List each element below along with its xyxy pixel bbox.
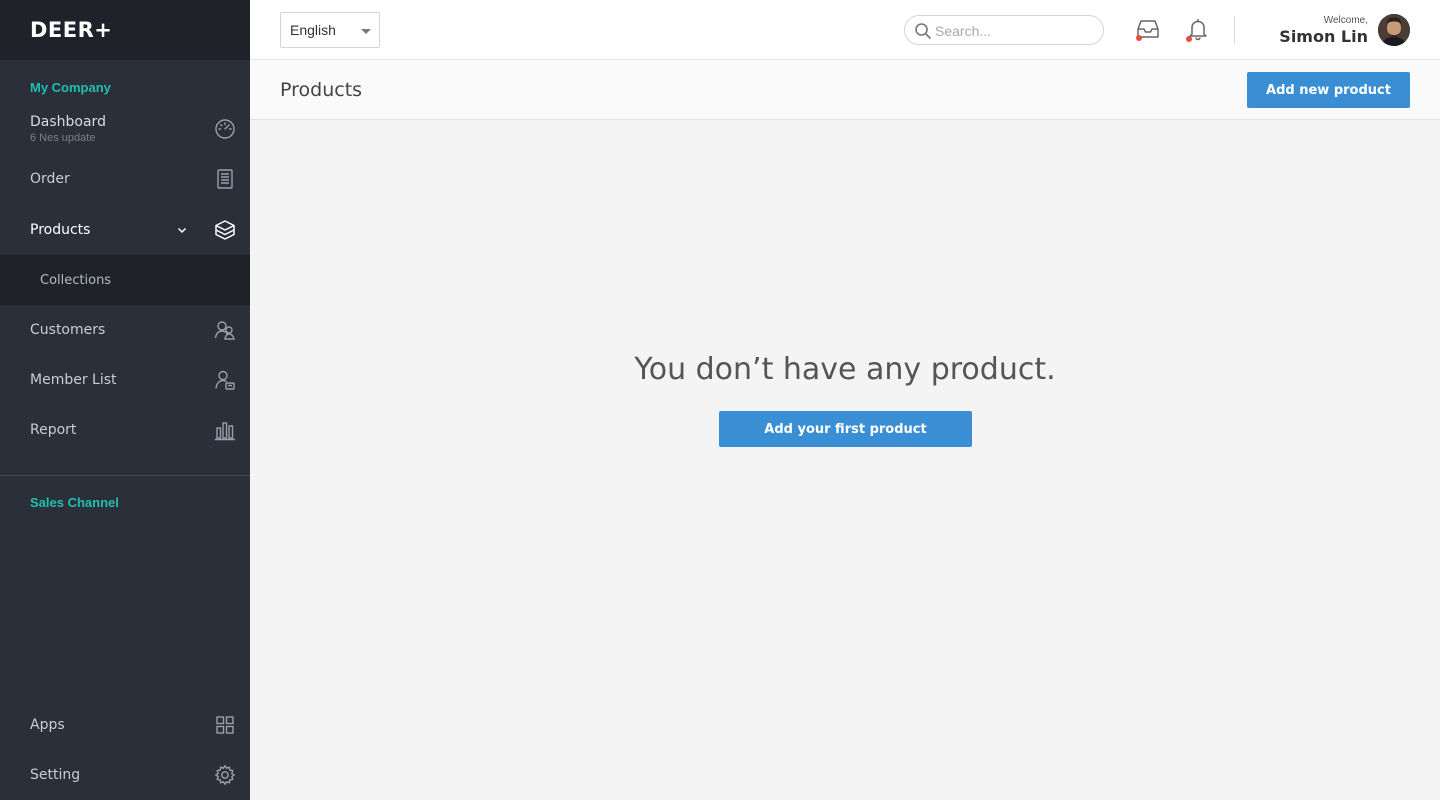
- brand-name: DEER+: [30, 18, 113, 42]
- add-first-product-button[interactable]: Add your first product: [719, 411, 972, 447]
- user-welcome: Welcome, Simon Lin: [1279, 15, 1368, 46]
- grid-icon: [214, 714, 236, 736]
- sidebar-item-products[interactable]: Products: [0, 205, 250, 255]
- dashboard-update-count: 6 Nes update: [30, 132, 96, 144]
- member-card-icon: [214, 369, 236, 391]
- inbox-button[interactable]: [1135, 16, 1161, 42]
- search-icon: [914, 22, 932, 40]
- box-icon: [214, 219, 236, 241]
- sidebar-item-report[interactable]: Report: [0, 405, 250, 455]
- bell-notification-dot: [1186, 36, 1192, 42]
- add-new-product-button[interactable]: Add new product: [1247, 72, 1410, 108]
- notifications-button[interactable]: [1185, 16, 1211, 42]
- sidebar-item-label: Dashboard: [30, 114, 106, 130]
- sidebar-divider: [0, 475, 250, 476]
- speedometer-icon: [214, 118, 236, 140]
- sidebar-item-dashboard[interactable]: Dashboard 6 Nes update: [0, 104, 250, 154]
- sidebar-item-label: Setting: [30, 767, 81, 783]
- empty-state-message: You don’t have any product.: [634, 352, 1056, 387]
- users-icon: [214, 319, 236, 341]
- welcome-label: Welcome,: [1323, 15, 1368, 26]
- language-select-value: English: [290, 22, 336, 38]
- sidebar-item-member-list[interactable]: Member List: [0, 355, 250, 405]
- page-header: Products Add new product: [250, 60, 1440, 120]
- search-input[interactable]: [935, 21, 1095, 41]
- sidebar-item-apps[interactable]: Apps: [0, 700, 250, 750]
- sidebar-item-label: Report: [30, 422, 77, 438]
- user-name[interactable]: Simon Lin: [1279, 27, 1368, 46]
- sidebar-item-label: Apps: [30, 717, 65, 733]
- page-title: Products: [280, 79, 363, 101]
- gear-icon: [214, 764, 236, 786]
- sidebar-item-customers[interactable]: Customers: [0, 305, 250, 355]
- sidebar-item-label: Products: [30, 222, 91, 238]
- sidebar-item-label: Order: [30, 171, 70, 187]
- top-bar: English Welcome, Simon Lin: [250, 0, 1440, 60]
- inbox-notification-dot: [1136, 35, 1142, 41]
- topbar-divider: [1234, 16, 1235, 44]
- sidebar-item-setting[interactable]: Setting: [0, 750, 250, 800]
- sidebar: DEER+ My Company Dashboard 6 Nes update …: [0, 0, 250, 800]
- bar-chart-icon: [214, 419, 236, 441]
- search-box[interactable]: [904, 15, 1104, 45]
- chevron-down-icon[interactable]: [176, 224, 188, 236]
- avatar[interactable]: [1378, 14, 1410, 46]
- caret-down-icon: [361, 29, 371, 34]
- sidebar-item-label: Member List: [30, 372, 117, 388]
- sidebar-item-label: Customers: [30, 322, 106, 338]
- section-my-company: My Company: [30, 80, 111, 95]
- sidebar-subitem-label: Collections: [40, 272, 112, 288]
- sidebar-item-order[interactable]: Order: [0, 154, 250, 204]
- brand-logo[interactable]: DEER+: [0, 0, 250, 60]
- language-select[interactable]: English: [280, 12, 380, 48]
- section-sales-channel: Sales Channel: [30, 495, 119, 510]
- document-icon: [214, 168, 236, 190]
- sidebar-subitem-collections[interactable]: Collections: [0, 255, 250, 305]
